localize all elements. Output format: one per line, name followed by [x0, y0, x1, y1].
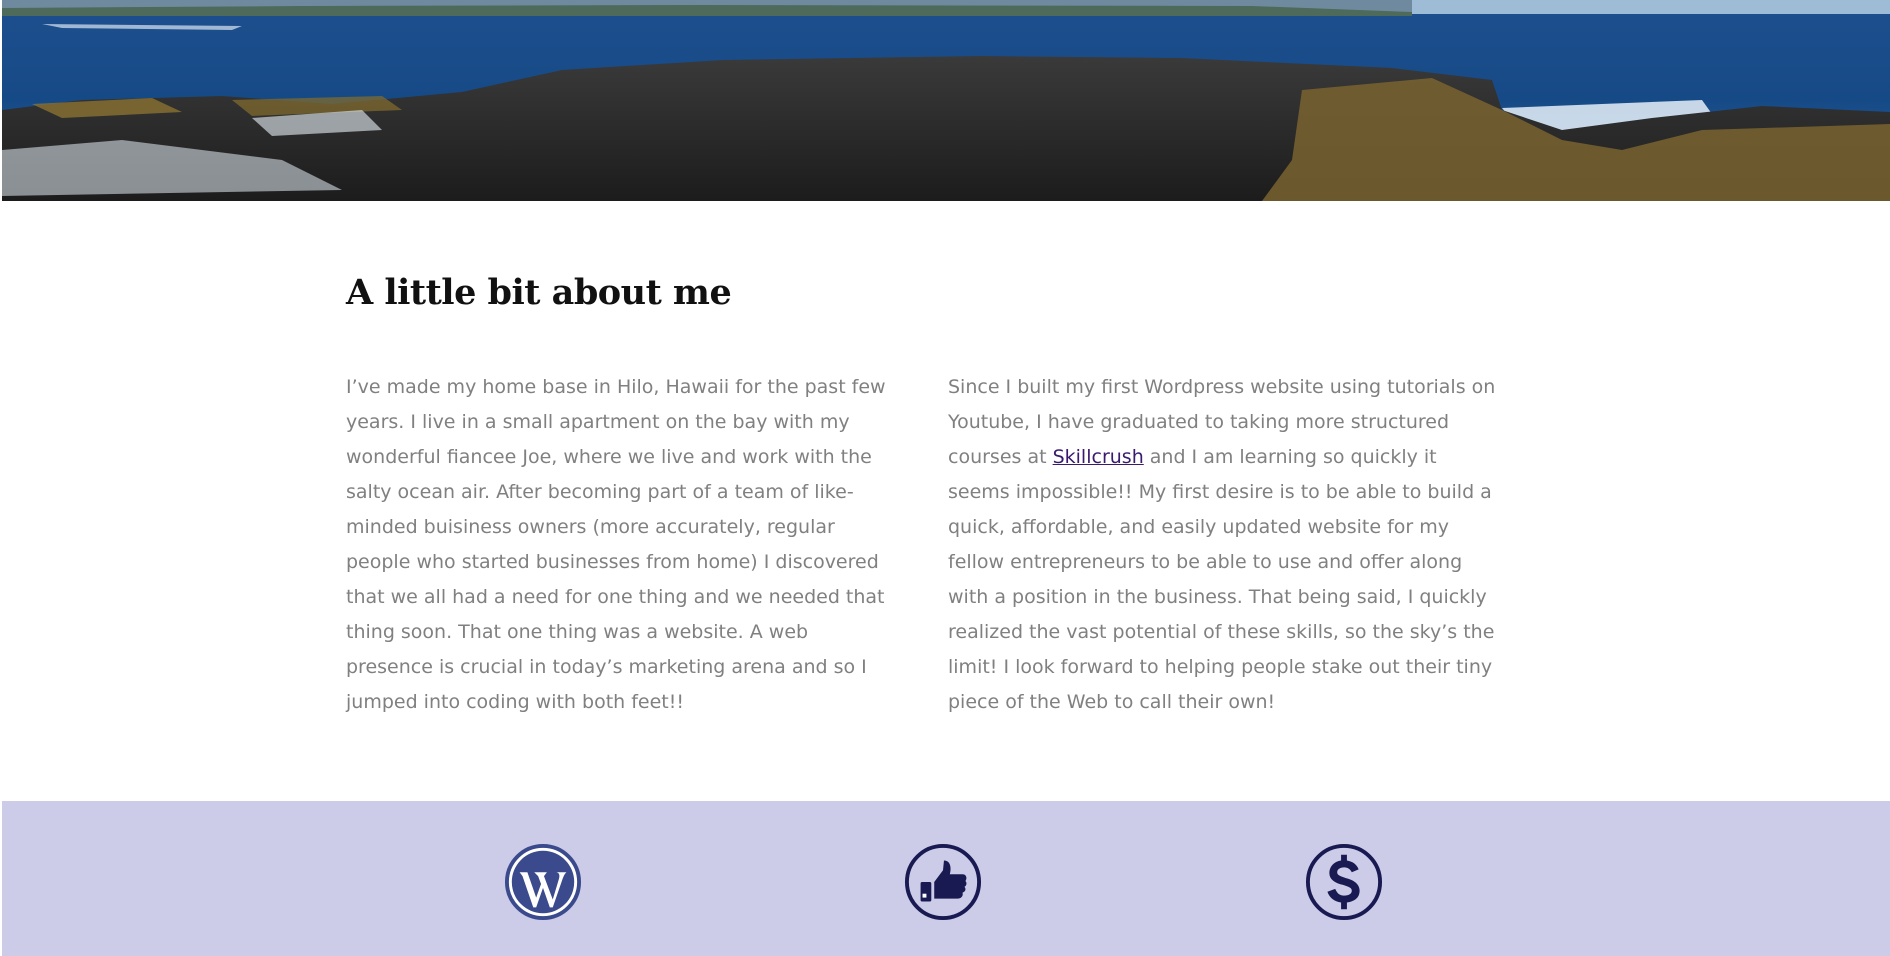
hero-banner: [2, 0, 1890, 201]
skillcrush-link[interactable]: Skillcrush: [1053, 446, 1144, 468]
about-column-right-text-2: and I am learning so quickly it seems im…: [948, 446, 1495, 713]
about-heading: A little bit about me: [346, 272, 732, 313]
thumbs-up-icon: [904, 843, 982, 921]
wordpress-icon: [504, 843, 582, 921]
about-column-right: Since I built my first Wordpress website…: [948, 370, 1496, 720]
hero-image: [2, 0, 1890, 201]
about-section: A little bit about me I’ve made my home …: [346, 272, 1496, 713]
services-band: [2, 801, 1890, 956]
about-columns: I’ve made my home base in Hilo, Hawaii f…: [346, 370, 1496, 720]
dollar-icon: [1305, 843, 1383, 921]
about-column-left: I’ve made my home base in Hilo, Hawaii f…: [346, 376, 886, 713]
